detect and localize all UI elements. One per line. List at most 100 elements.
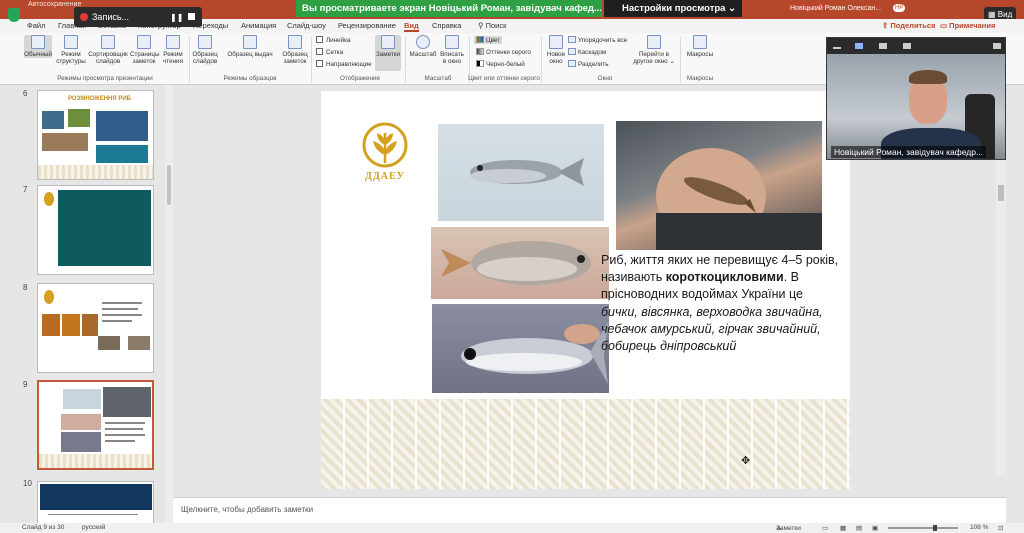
share-button[interactable]: ⇪ Поделиться: [882, 21, 935, 30]
tab-slideshow[interactable]: Слайд-шоу: [287, 21, 326, 30]
text-line: [105, 434, 145, 436]
normal-view-icon[interactable]: ▭: [822, 524, 828, 532]
reading-view-icon[interactable]: ▤: [856, 524, 862, 532]
grayscale-swatch-icon: [476, 48, 484, 55]
stop-recording-button[interactable]: [188, 13, 195, 20]
thumbnail-image: [61, 414, 101, 430]
slide-thumbnail-7[interactable]: [37, 185, 154, 275]
notes-page-label: Страницы заметок: [130, 51, 160, 65]
ribbon-separator: [311, 37, 312, 83]
slide-thumbnail-8[interactable]: [37, 283, 154, 373]
new-window-button[interactable]: Новое окно: [544, 35, 568, 65]
ribbon-separator: [189, 37, 190, 83]
handout-master-button[interactable]: Образец выдач: [222, 35, 278, 58]
slide-thumbnail-10[interactable]: [37, 481, 154, 523]
tab-review[interactable]: Рецензирование: [338, 21, 396, 30]
chevron-down-icon: ⌄: [728, 3, 737, 14]
black-white-option[interactable]: Черно-белый: [476, 60, 525, 68]
checkbox-box: [316, 36, 323, 43]
arrange-all-label: Упорядочить все: [578, 37, 628, 44]
handout-master-icon: [243, 35, 257, 49]
magnifier-icon: [416, 35, 430, 49]
view-options-dropdown[interactable]: Настройки просмотра ⌄: [604, 0, 742, 17]
grid-view-icon[interactable]: [903, 43, 911, 49]
zoom-button[interactable]: Масштаб: [408, 35, 438, 58]
current-slide[interactable]: ДДАЕУ Риб, життя яких не перевищує 4–5 р…: [321, 91, 850, 489]
tab-file[interactable]: Файл: [27, 21, 45, 30]
gallery-view-icon[interactable]: [879, 43, 887, 49]
handout-master-label: Образец выдач: [227, 51, 273, 58]
language-indicator[interactable]: русский: [82, 524, 105, 531]
wheat-band: [39, 454, 152, 468]
tab-animations[interactable]: Анимация: [241, 21, 276, 30]
normal-view-button[interactable]: Обычный: [24, 35, 52, 58]
slide-master-icon: [198, 35, 212, 49]
search-box[interactable]: ⚲ Поиск: [478, 21, 506, 30]
slide-master-button[interactable]: Образец слайдов: [192, 35, 218, 65]
thumbnail-number: 8: [23, 283, 28, 292]
fit-slide-icon[interactable]: ⊡: [998, 524, 1003, 532]
group-label-color: Цвет или оттенки серого: [468, 75, 540, 82]
user-name[interactable]: Новіцький Роман Олексан...: [790, 5, 881, 12]
minimize-icon[interactable]: [833, 47, 841, 49]
grid-checkbox[interactable]: Сетка: [316, 48, 343, 56]
fit-window-icon: [445, 35, 459, 49]
text-line: [105, 422, 145, 424]
grayscale-option[interactable]: Оттенки серого: [476, 48, 531, 56]
pause-recording-button[interactable]: ❚❚: [170, 13, 183, 22]
shield-icon: [8, 8, 20, 22]
thumbnail-image: [42, 133, 88, 151]
search-label: Поиск: [485, 21, 507, 30]
zoom-slider-thumb[interactable]: [933, 525, 937, 531]
zoom-slider[interactable]: [888, 525, 958, 531]
cascade-button[interactable]: Каскадом: [568, 48, 606, 56]
switch-windows-button[interactable]: Перейти в другое окно ⌄: [632, 35, 676, 65]
text-line: [102, 302, 142, 304]
scrollbar-thumb[interactable]: [998, 185, 1004, 201]
scrollbar-thumb[interactable]: [167, 165, 171, 205]
switch-windows-label: Перейти в другое окно: [633, 51, 670, 65]
fit-to-window-button[interactable]: Вписать в окно: [438, 35, 466, 65]
notes-toggle-button[interactable]: Заметки: [375, 35, 401, 71]
notes-pane[interactable]: Щелкните, чтобы добавить заметки: [173, 497, 1006, 523]
participant-video[interactable]: Новіцький Роман, завідувач кафедр...: [826, 37, 1006, 160]
thumbnail-image: [98, 336, 120, 350]
wheat-band: [38, 165, 153, 179]
slide-sorter-button[interactable]: Сортировщик слайдов: [88, 35, 128, 65]
tab-view[interactable]: Вид: [404, 21, 419, 32]
cascade-icon: [568, 48, 576, 55]
guides-checkbox[interactable]: Направляющие: [316, 60, 372, 68]
color-option[interactable]: Цвет: [474, 36, 503, 44]
notes-page-button[interactable]: Страницы заметок: [130, 35, 160, 65]
reading-view-button[interactable]: Режим чтения: [160, 35, 186, 65]
fish-on-hand-photo: [616, 121, 822, 250]
ribbon-separator: [541, 37, 542, 83]
notes-icon: [381, 35, 395, 49]
group-label-macros: Макросы: [686, 75, 714, 82]
comments-button[interactable]: ▭ Примечания: [940, 21, 995, 30]
notes-master-button[interactable]: Образец заметок: [281, 35, 309, 65]
slide-thumbnail-6[interactable]: РОЗМНОЖЕННЯ РИБ: [37, 90, 154, 180]
notes-toggle-label: Заметки: [375, 51, 401, 58]
split-button[interactable]: Разделить: [568, 60, 609, 68]
thumbnail-image: [62, 314, 80, 336]
macros-button[interactable]: Макросы: [685, 35, 715, 58]
thumbnails-scrollbar[interactable]: [165, 85, 173, 523]
outline-view-button[interactable]: Режим структуры: [56, 35, 86, 65]
ribbon-separator: [405, 37, 406, 83]
slideshow-icon[interactable]: ▣: [872, 524, 878, 532]
fullscreen-icon[interactable]: [993, 43, 1001, 49]
speaker-view-icon[interactable]: [855, 43, 863, 49]
autosave-label[interactable]: Автосохранение: [28, 1, 81, 8]
slide-thumbnail-9[interactable]: [37, 380, 154, 470]
zoom-level[interactable]: 108 %: [970, 524, 988, 531]
split-icon: [568, 60, 576, 67]
arrange-all-button[interactable]: Упорядочить все: [568, 36, 627, 44]
slide-sorter-icon[interactable]: ▦: [840, 524, 846, 532]
ruler-checkbox[interactable]: Линейка: [316, 36, 351, 44]
recording-label: Запись...: [92, 12, 130, 22]
slide-sorter-label: Сортировщик слайдов: [88, 51, 128, 65]
person-hair: [909, 70, 947, 84]
tab-help[interactable]: Справка: [432, 21, 461, 30]
avatar[interactable]: НР: [893, 4, 906, 12]
